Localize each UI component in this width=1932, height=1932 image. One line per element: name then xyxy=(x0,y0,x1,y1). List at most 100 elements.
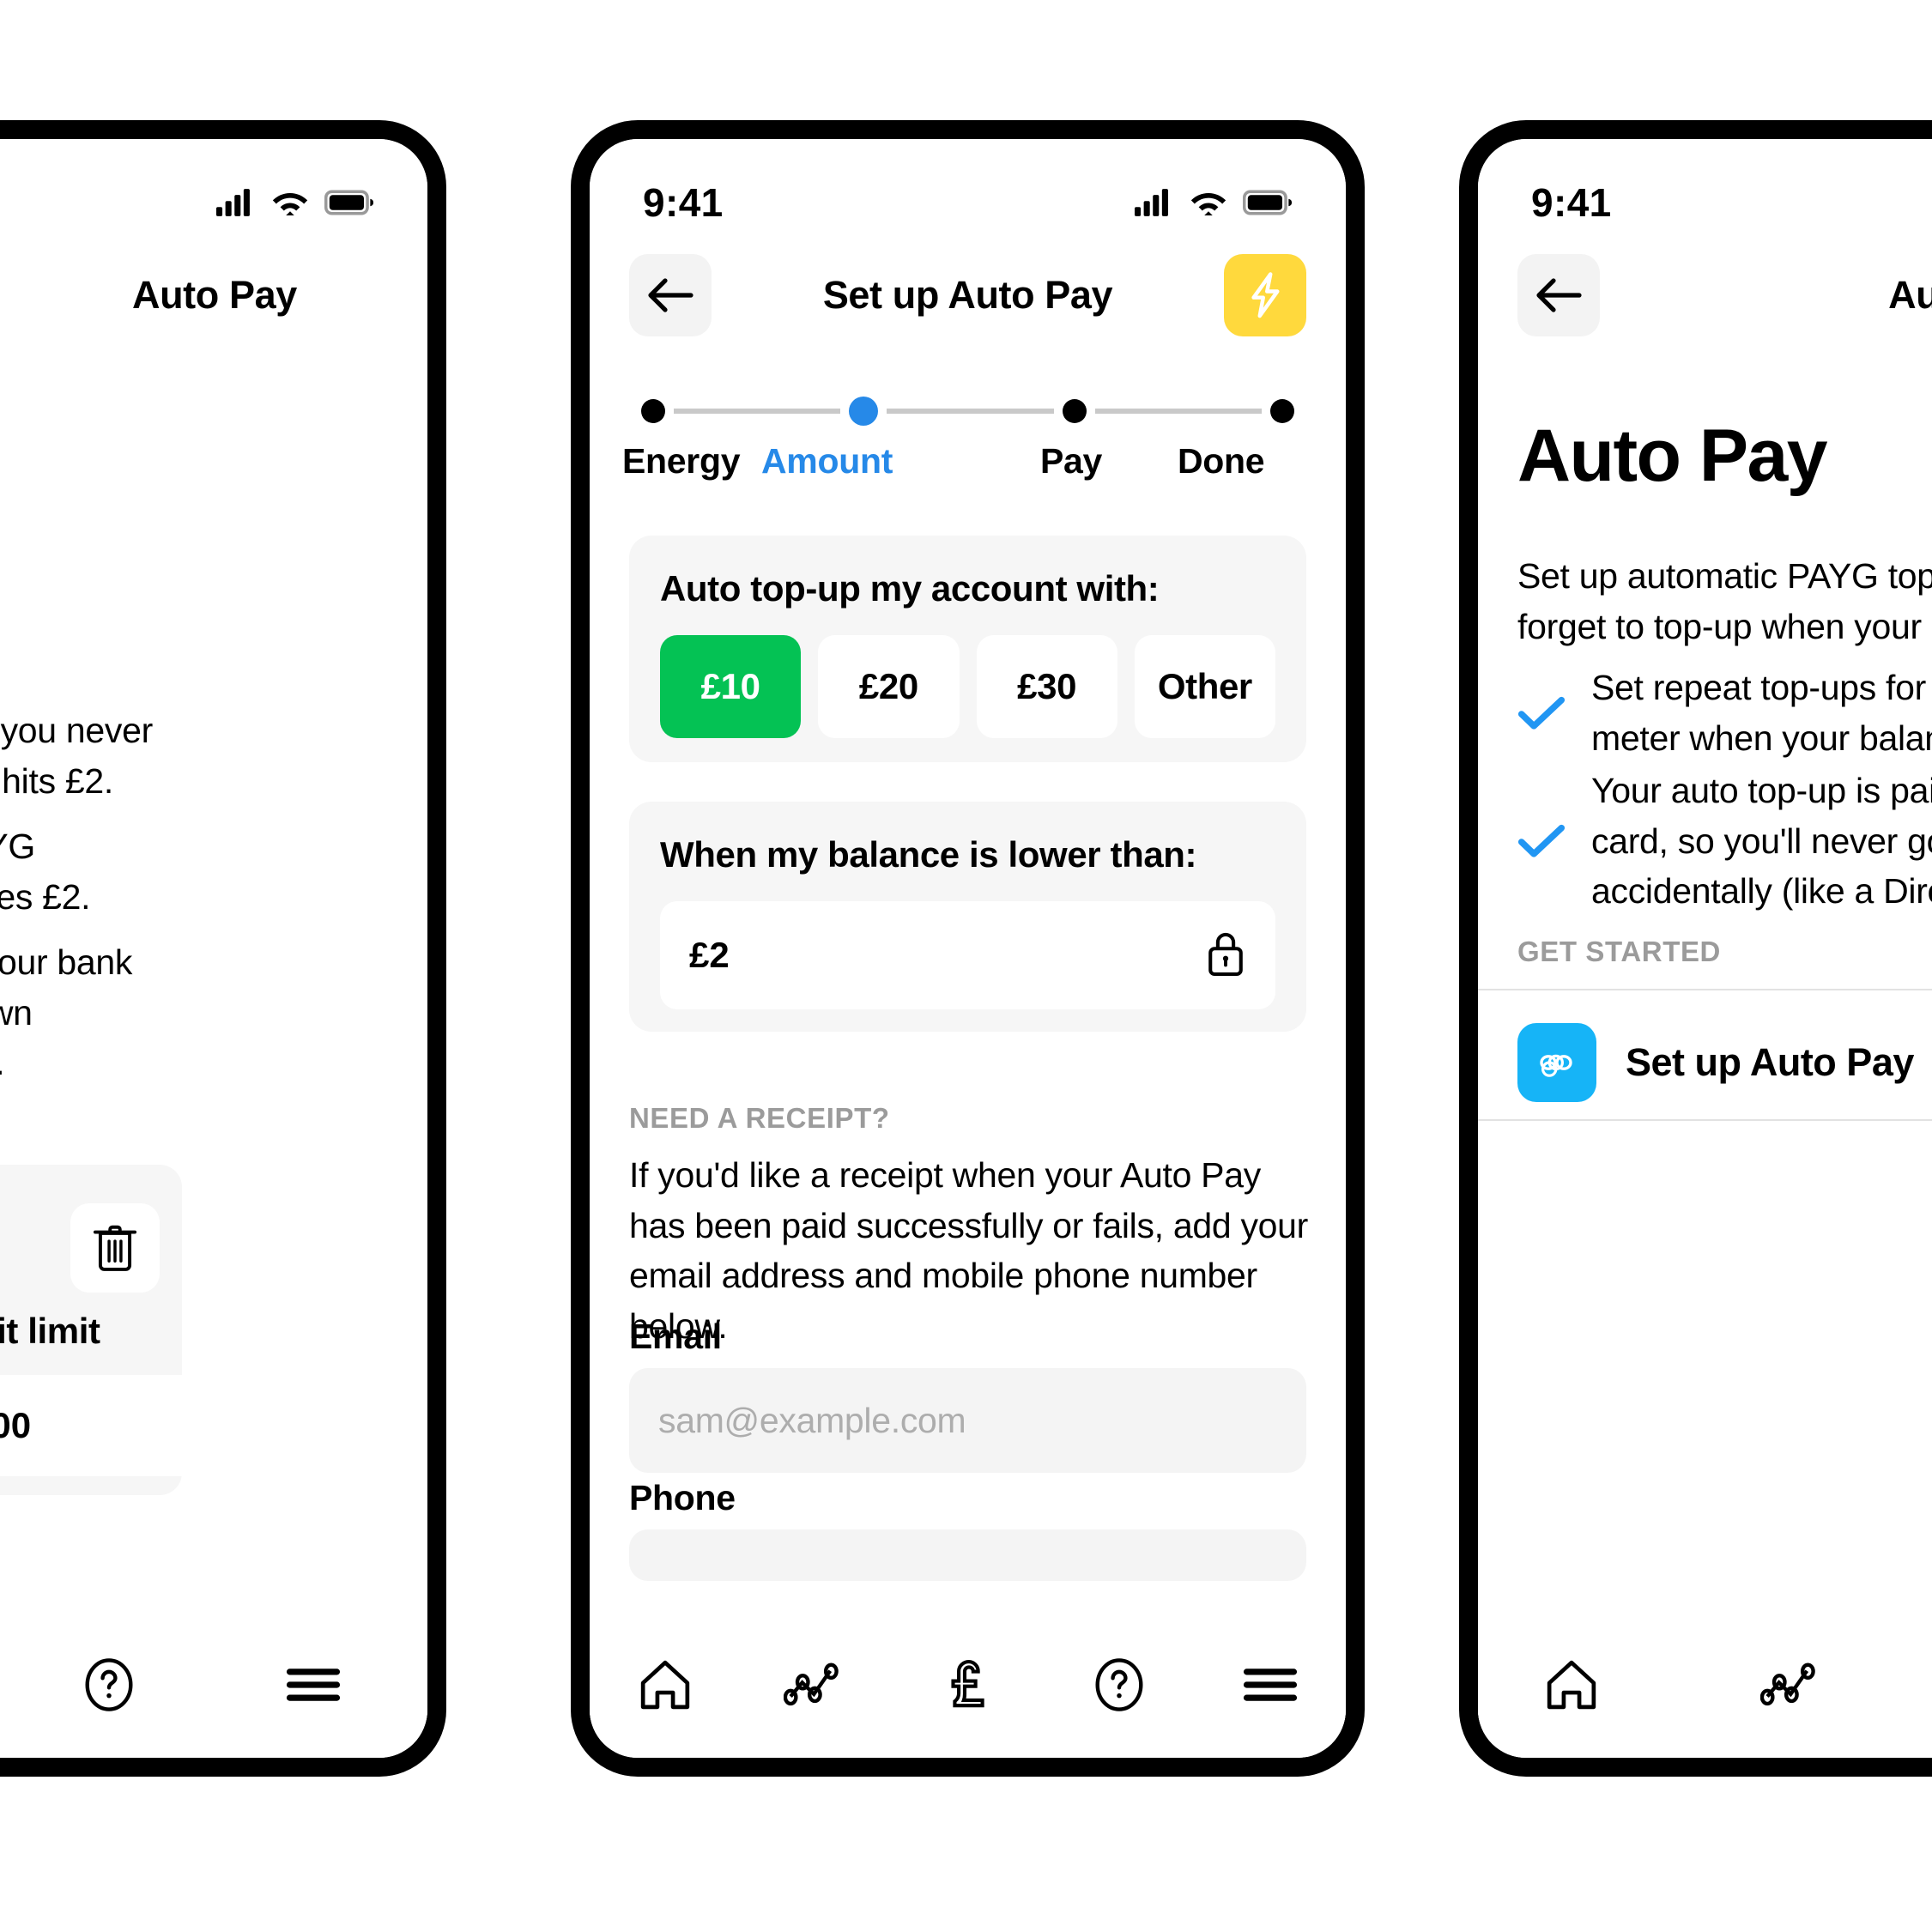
home-icon xyxy=(640,1660,690,1710)
trend-chart-icon xyxy=(1760,1662,1815,1706)
benefit-text-1: Set repeat top-ups for yo meter when you… xyxy=(1591,668,1932,758)
amount-option-other[interactable]: Other xyxy=(1134,635,1275,738)
right-screen: 9:41 Auto Pay Auto Pay Set up automatic … xyxy=(1478,139,1932,1758)
tab-usage[interactable] xyxy=(1737,1638,1849,1732)
back-button[interactable] xyxy=(629,254,712,336)
middle-status-bar: 9:41 xyxy=(590,139,1346,242)
left-status-bar xyxy=(0,139,427,242)
amount-card: Auto top-up my account with: £10 £20 £30… xyxy=(629,536,1306,762)
middle-screen: 9:41 Set up Auto Pay Energy Amount Pay D… xyxy=(590,139,1346,1758)
setup-stepper: Energy Amount Pay Done xyxy=(622,397,1306,481)
middle-status-icons xyxy=(1135,188,1293,217)
lightning-bolt-icon xyxy=(1251,272,1280,318)
left-status-icons xyxy=(216,188,374,217)
phone-middle: 9:41 Set up Auto Pay Energy Amount Pay D… xyxy=(571,120,1365,1777)
check-icon xyxy=(1517,824,1566,857)
tab-help[interactable] xyxy=(1063,1638,1175,1732)
arrow-left-icon xyxy=(1536,278,1582,312)
email-placeholder: sam@example.com xyxy=(658,1400,966,1440)
phone-input[interactable] xyxy=(629,1529,1306,1581)
step-dot-energy[interactable] xyxy=(641,399,665,423)
delete-button[interactable] xyxy=(70,1203,160,1293)
menu-icon xyxy=(286,1669,341,1701)
left-paragraph-2: op-ups for your PAYG your balance reache… xyxy=(0,827,91,917)
page-title: Set up Auto Pay xyxy=(822,273,1113,317)
pound-icon xyxy=(951,1659,985,1708)
step-dot-amount[interactable] xyxy=(849,397,879,426)
tab-menu[interactable] xyxy=(257,1638,369,1732)
battery-icon xyxy=(1243,190,1293,215)
trash-icon xyxy=(93,1225,137,1271)
battery-icon xyxy=(324,190,374,215)
threshold-card-title: When my balance is lower than: xyxy=(660,834,1197,875)
lock-icon xyxy=(1208,932,1243,976)
step-line-3 xyxy=(1094,409,1262,414)
receipt-section-label: NEED A RECEIPT? xyxy=(629,1102,890,1134)
right-navbar: Auto Pay xyxy=(1478,239,1932,352)
amount-options: £10 £20 £30 Other xyxy=(660,635,1275,738)
email-input[interactable]: sam@example.com xyxy=(629,1368,1306,1473)
left-nav-title: Auto Pay xyxy=(132,273,297,317)
left-tabbar xyxy=(0,1612,427,1758)
right-status-bar: 9:41 xyxy=(1478,139,1932,242)
stepper-labels: Energy Amount Pay Done xyxy=(622,441,1306,481)
threshold-card: When my balance is lower than: £2 xyxy=(629,802,1306,1032)
get-started-label: GET STARTED xyxy=(1517,936,1721,967)
step-label-energy: Energy xyxy=(622,441,741,481)
tab-home[interactable] xyxy=(609,1638,721,1732)
divider-top xyxy=(1478,989,1932,990)
middle-status-time: 9:41 xyxy=(643,180,724,225)
auto-pay-label: Set up Auto Pay xyxy=(1626,1040,1914,1084)
step-line-1 xyxy=(674,409,841,414)
list-item-setup-auto-pay[interactable]: Set up Auto Pay xyxy=(1517,1023,1914,1102)
tab-help[interactable] xyxy=(53,1638,165,1732)
question-icon xyxy=(85,1658,133,1711)
benefit-item-1: Set repeat top-ups for yo meter when you… xyxy=(1517,663,1932,763)
middle-navbar: Set up Auto Pay xyxy=(590,239,1346,352)
tab-home[interactable] xyxy=(1516,1638,1627,1732)
tab-usage[interactable] xyxy=(760,1638,872,1732)
question-icon xyxy=(1095,1658,1143,1711)
step-label-amount: Amount xyxy=(761,441,893,481)
home-icon xyxy=(1547,1660,1596,1710)
amount-option-30[interactable]: £30 xyxy=(976,635,1117,738)
step-line-2 xyxy=(887,409,1054,414)
step-dot-done[interactable] xyxy=(1269,399,1294,423)
credit-limit-label: Credit limit xyxy=(0,1311,100,1351)
phone-label: Phone xyxy=(629,1478,736,1517)
amount-option-20[interactable]: £20 xyxy=(818,635,960,738)
left-screen: Auto Pay c PAYG top-ups so you never whe… xyxy=(0,139,427,1758)
threshold-value-field[interactable]: £2 xyxy=(660,901,1275,1009)
tab-pound[interactable] xyxy=(911,1638,1023,1732)
phone-right: 9:41 Auto Pay Auto Pay Set up automatic … xyxy=(1459,120,1932,1777)
amount-option-10[interactable]: £10 xyxy=(660,635,802,738)
step-label-pay: Pay xyxy=(1040,441,1103,481)
screenshot-canvas: Auto Pay c PAYG top-ups so you never whe… xyxy=(0,0,1932,1932)
page-heading: Auto Pay xyxy=(1517,415,1828,497)
wifi-icon xyxy=(272,193,308,216)
step-dot-pay[interactable] xyxy=(1062,399,1087,423)
benefit-item-2: Your auto top-up is paid card, so you'll… xyxy=(1517,766,1932,917)
energy-button[interactable] xyxy=(1224,254,1306,336)
infinity-icon xyxy=(1540,1054,1572,1077)
right-tabbar xyxy=(1478,1612,1932,1758)
tab-menu[interactable] xyxy=(1214,1638,1326,1732)
divider-bottom xyxy=(1478,1119,1932,1121)
middle-tabbar xyxy=(590,1612,1346,1758)
signal-icon xyxy=(1135,189,1168,216)
right-intro-text: Set up automatic PAYG top-u forget to to… xyxy=(1517,556,1932,646)
left-paragraph-3: op-up is paid with your bank ll never go… xyxy=(0,942,133,1082)
receipt-paragraph: If you'd like a receipt when your Auto P… xyxy=(629,1155,1309,1346)
auto-pay-tile xyxy=(1517,1023,1596,1102)
arrow-left-icon xyxy=(648,278,693,312)
threshold-value: £2 xyxy=(689,935,730,975)
right-status-time: 9:41 xyxy=(1531,180,1612,225)
step-label-done: Done xyxy=(1178,441,1265,481)
trend-chart-icon xyxy=(784,1662,839,1706)
back-button[interactable] xyxy=(1517,254,1600,336)
right-nav-title: Auto Pay xyxy=(1888,273,1932,317)
credit-limit-value[interactable]: £2.00 xyxy=(0,1375,203,1476)
wifi-icon xyxy=(1190,193,1226,216)
signal-icon xyxy=(216,189,250,216)
amount-card-title: Auto top-up my account with: xyxy=(660,568,1160,609)
